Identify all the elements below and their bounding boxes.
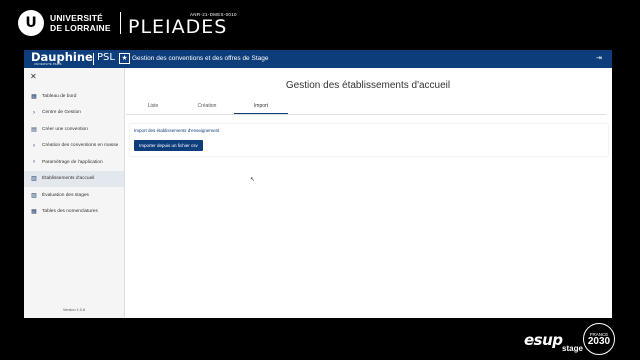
close-menu-icon[interactable]: ✕ [30, 72, 37, 81]
france-2030-logo: FRANCE 2030 [583, 323, 615, 355]
building-icon: ▥ [31, 176, 37, 183]
sidebar-item-6[interactable]: ▨ Évaluation des stages [24, 187, 124, 204]
app-version: Version 1.0.6 [62, 308, 86, 312]
pleiades-logo: PLEIADES [128, 16, 228, 38]
esup-logo: esup [524, 331, 563, 349]
brand-divider [120, 12, 121, 34]
app-title: Gestion des conventions et des offres de… [132, 55, 269, 62]
sidebar-item-label: Création des conventions en masse [42, 143, 119, 149]
logo-divider [93, 53, 94, 65]
app-header: Dauphine UNIVERSITÉ PARIS PSL ★ Gestion … [24, 50, 612, 68]
psl-logo: PSL [97, 52, 115, 63]
sidebar-item-3[interactable]: › Création des conventions en masse [24, 138, 124, 155]
dauphine-logo[interactable]: Dauphine [31, 51, 93, 63]
chevron-right-icon: › [33, 109, 35, 116]
logout-icon[interactable]: ⇥ [596, 53, 602, 65]
dauphine-logo-subtitle: UNIVERSITÉ PARIS [34, 63, 62, 66]
import-card: Import des établissements d'enseignement… [130, 124, 608, 156]
app-window: Dauphine UNIVERSITÉ PARIS PSL ★ Gestion … [24, 50, 612, 318]
sidebar-item-0[interactable]: ▦ Tableau de bord [24, 88, 124, 105]
sidebar-item-2[interactable]: ▤ Créer une convention [24, 121, 124, 138]
tab-1[interactable]: Création [180, 101, 234, 114]
france-year: 2030 [587, 335, 611, 347]
chevron-right-icon: › [33, 142, 35, 149]
sidebar-menu: ▦ Tableau de bord › Centre de Gestion ▤ Créer… [24, 88, 124, 220]
import-csv-button[interactable]: Importer depuis un fichier csv [134, 140, 203, 151]
esup-stage-label: stage [562, 344, 583, 353]
sidebar-item-label: Créer une convention [42, 126, 88, 132]
sidebar-item-label: Paramétrage de l'application [42, 159, 103, 165]
mouse-cursor-icon: ↖ [250, 177, 256, 183]
chevron-right-icon: › [33, 159, 35, 166]
import-section-label: Import des établissements d'enseignement [134, 128, 220, 133]
sidebar-item-7[interactable]: ▦ Tables des nomenclatures [24, 204, 124, 221]
page-title: Gestion des établissements d'accueil [285, 80, 451, 91]
universite-lorraine-text: UNIVERSITÉ DE LORRAINE [50, 13, 111, 33]
tab-2[interactable]: Import [234, 101, 288, 114]
tab-bar: Liste Création Import [126, 101, 606, 115]
sidebar-item-label: Tableau de bord [42, 93, 77, 99]
universite-lorraine-logo-icon: U [18, 10, 44, 36]
sidebar-item-label: Tables des nomenclatures [42, 209, 98, 215]
sidebar-item-label: Évaluation des stages [42, 192, 89, 198]
tab-0[interactable]: Liste [126, 101, 180, 114]
sidebar: ✕ ▦ Tableau de bord › Centre de Gestion ▤ Cré… [24, 68, 125, 318]
university-line2: DE LORRAINE [50, 23, 111, 33]
psl-star-icon: ★ [119, 53, 130, 64]
sidebar-item-label: Établissements d'accueil [42, 176, 95, 182]
sidebar-item-4[interactable]: › Paramétrage de l'application [24, 154, 124, 171]
sidebar-item-5[interactable]: ▥ Établissements d'accueil [24, 170, 124, 187]
university-line1: UNIVERSITÉ [50, 13, 104, 23]
document-icon: ▤ [31, 126, 37, 133]
sidebar-item-1[interactable]: › Centre de Gestion [24, 105, 124, 122]
dashboard-icon: ▦ [31, 93, 37, 100]
evaluation-icon: ▨ [31, 192, 37, 199]
table-icon: ▦ [31, 209, 37, 216]
sidebar-item-label: Centre de Gestion [42, 110, 81, 116]
